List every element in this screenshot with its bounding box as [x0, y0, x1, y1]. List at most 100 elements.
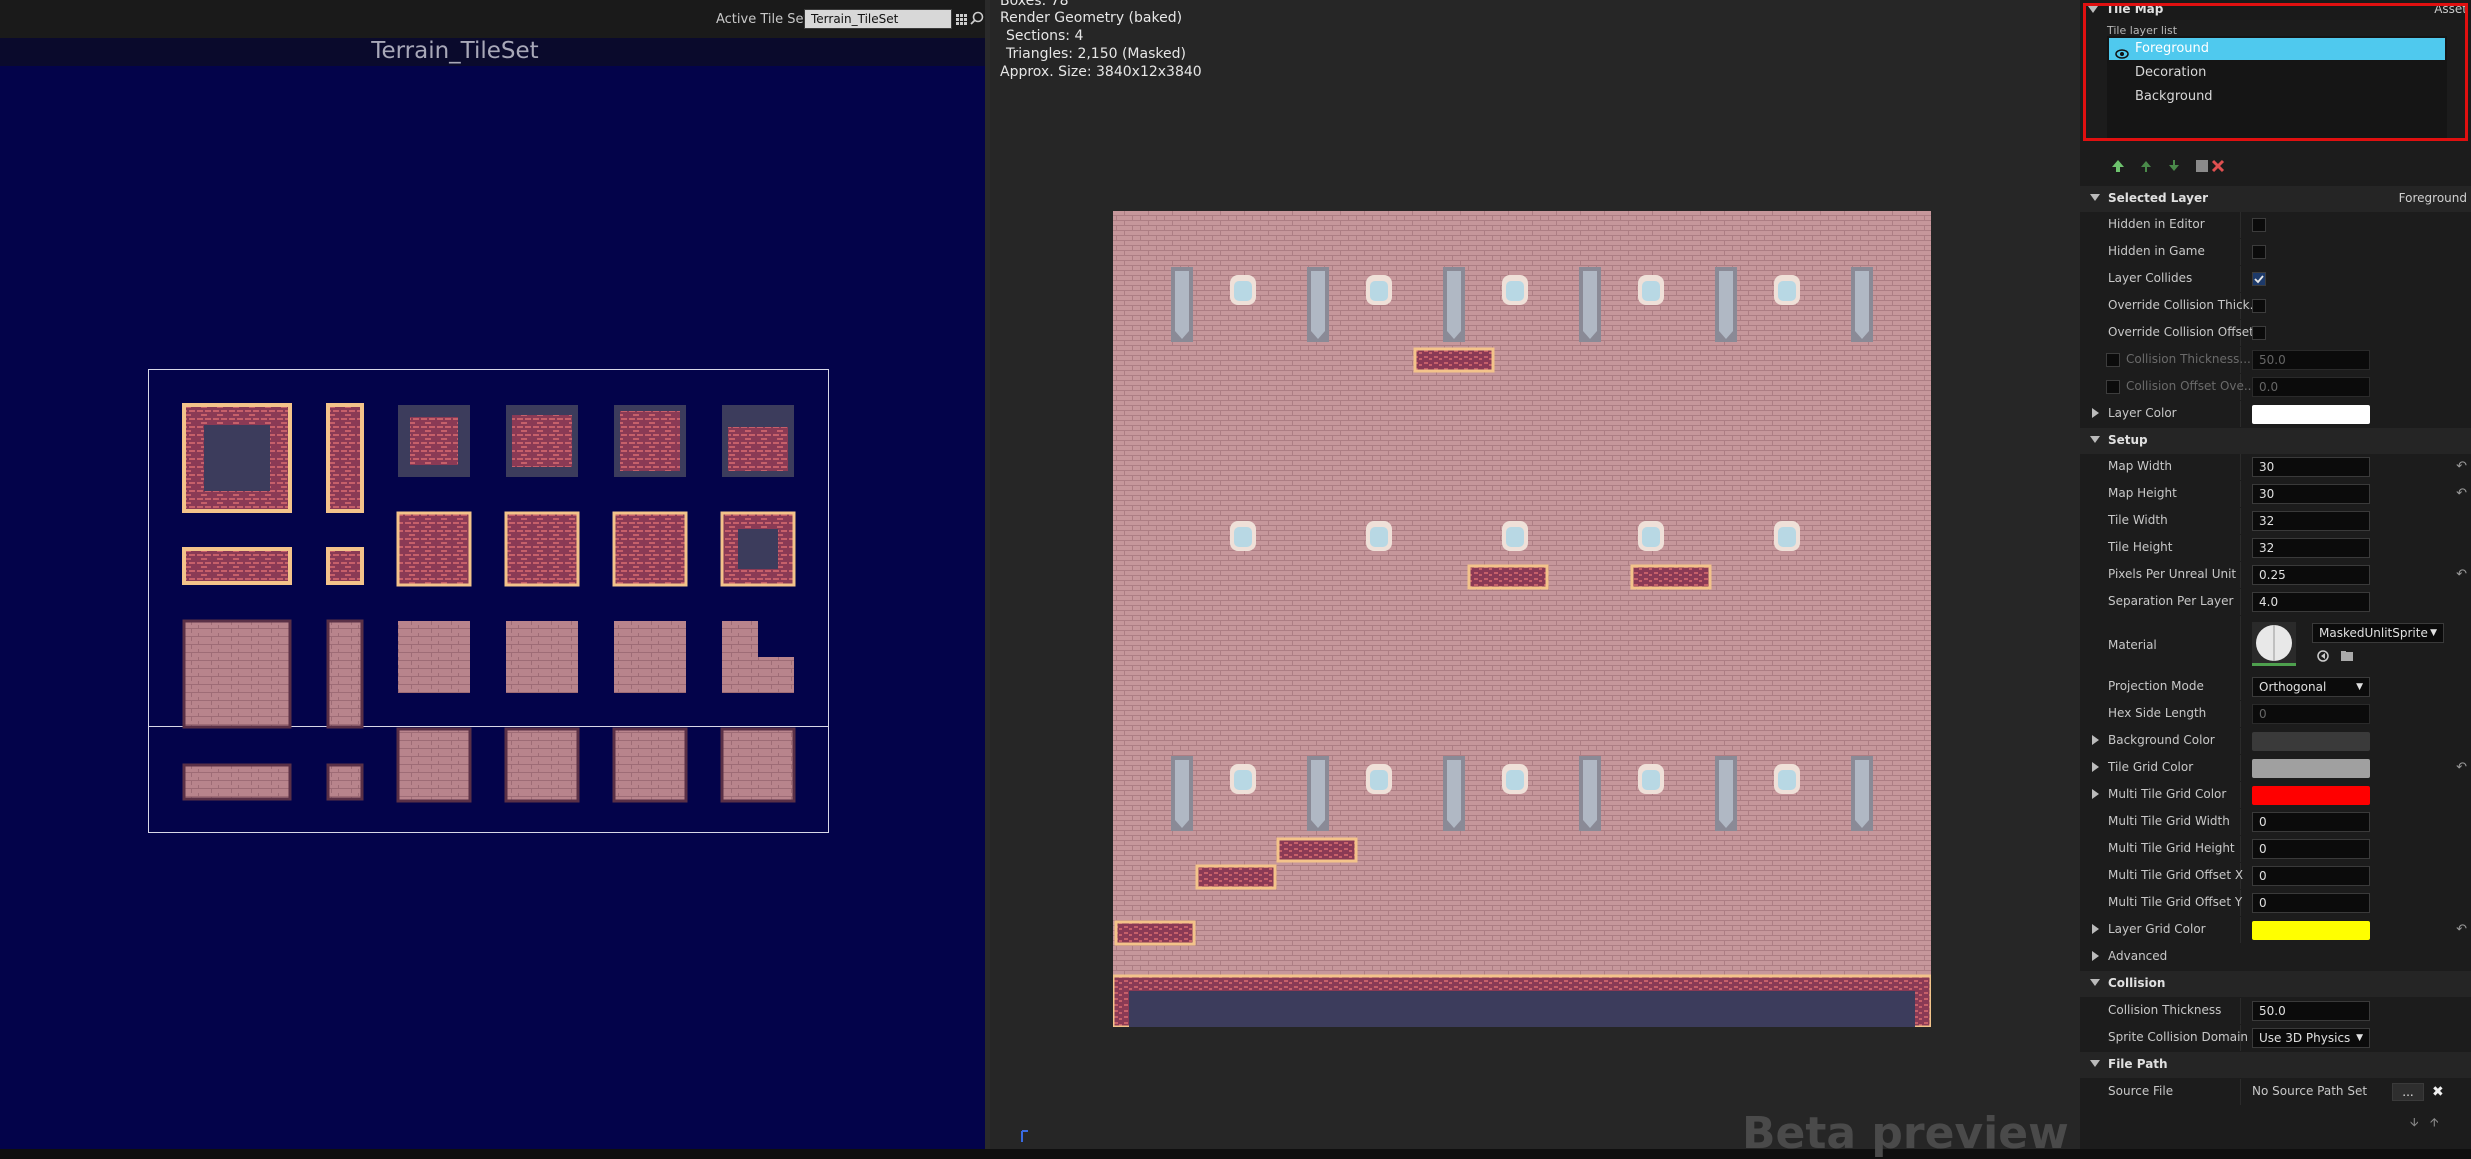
scroll-down-icon[interactable]: 🡫 [2410, 1113, 2419, 1134]
material-dropdown[interactable]: MaskedUnlitSpriteM ▼ [2312, 623, 2444, 643]
multi-tile-grid-height-field[interactable]: 0 [2252, 839, 2370, 859]
hidden-in-editor-checkbox[interactable] [2252, 218, 2266, 232]
clear-icon[interactable]: ✖ [2432, 1084, 2444, 1100]
reset-icon[interactable]: ↶ [2456, 567, 2467, 582]
map-width-label: Map Width [2108, 459, 2173, 473]
tileset-grid-icon[interactable] [956, 11, 968, 25]
duplicate-layer-icon[interactable] [2194, 158, 2210, 174]
layer-grid-color-label: Layer Grid Color [2108, 922, 2206, 936]
expand-triangle-icon [2092, 951, 2099, 961]
setup-label: Setup [2108, 433, 2148, 447]
tile-width-label: Tile Width [2108, 513, 2168, 527]
browse-folder-icon[interactable] [2340, 648, 2354, 662]
override-collision-thickness-row: Override Collision Thick... [2080, 293, 2471, 319]
file-path-header[interactable]: File Path [2080, 1052, 2471, 1078]
layer-collides-label: Layer Collides [2108, 271, 2193, 285]
layer-collides-checkbox[interactable] [2252, 272, 2266, 286]
hex-side-length-field[interactable]: 0 [2252, 704, 2370, 724]
multi-tile-grid-width-field[interactable]: 0 [2252, 812, 2370, 832]
browse-button[interactable]: ... [2392, 1083, 2424, 1101]
chevron-down-icon: ▼ [2430, 628, 2437, 638]
multi-tile-grid-offset-x-label: Multi Tile Grid Offset X [2108, 868, 2244, 882]
layer-color-swatch[interactable] [2252, 405, 2370, 424]
map-height-field[interactable]: 30 [2252, 484, 2370, 504]
map-width-row: Map Width 30 ↶ [2080, 454, 2471, 480]
layer-color-row[interactable]: Layer Color [2080, 401, 2471, 427]
multi-tile-grid-offset-x-field[interactable]: 0 [2252, 866, 2370, 886]
collision-thickness-field[interactable]: 50.0 [2252, 350, 2370, 370]
move-layer-up-icon[interactable] [2138, 158, 2154, 174]
pixels-per-unit-row: Pixels Per Unreal Unit 0.25 ↶ [2080, 562, 2471, 588]
tile-height-row: Tile Height 32 [2080, 535, 2471, 561]
multi-tile-grid-offset-y-label: Multi Tile Grid Offset Y [2108, 895, 2243, 909]
expand-triangle-icon [2092, 762, 2099, 772]
tilemap-canvas[interactable] [1111, 211, 1933, 1029]
delete-layer-icon[interactable] [2210, 158, 2226, 174]
stat-approx-size: Approx. Size: 3840x12x3840 [1000, 64, 1202, 80]
collapse-triangle-icon [2090, 436, 2100, 443]
separation-per-layer-field[interactable]: 4.0 [2252, 592, 2370, 612]
stat-sections: Sections: 4 [1006, 28, 1084, 44]
hidden-in-game-checkbox[interactable] [2252, 245, 2266, 259]
multi-tile-grid-color-swatch[interactable] [2252, 786, 2370, 805]
hex-side-length-row: Hex Side Length 0 [2080, 701, 2471, 727]
tile-width-field[interactable]: 32 [2252, 511, 2370, 531]
reset-icon[interactable]: ↶ [2456, 486, 2467, 501]
expand-triangle-icon [2092, 408, 2099, 418]
tile-width-row: Tile Width 32 [2080, 508, 2471, 534]
selected-layer-header[interactable]: Selected Layer Foreground [2080, 186, 2471, 212]
multi-tile-grid-offset-y-field[interactable]: 0 [2252, 893, 2370, 913]
layer-grid-color-row[interactable]: Layer Grid Color ↶ [2080, 917, 2471, 943]
reset-icon[interactable]: ↶ [2456, 922, 2467, 937]
add-layer-icon[interactable] [2110, 158, 2126, 174]
collision-label: Collision [2108, 976, 2166, 990]
layer-grid-color-swatch[interactable] [2252, 921, 2370, 940]
map-width-field[interactable]: 30 [2252, 457, 2370, 477]
tileset-grid[interactable] [148, 369, 829, 833]
tile-height-field[interactable]: 32 [2252, 538, 2370, 558]
active-tileset-field[interactable]: Terrain_TileSet [804, 9, 952, 29]
collision-header[interactable]: Collision [2080, 971, 2471, 997]
layer-color-label: Layer Color [2108, 406, 2177, 420]
projection-mode-value: Orthogonal [2259, 680, 2327, 694]
pixels-per-unit-field[interactable]: 0.25 [2252, 565, 2370, 585]
collision-thickness2-field[interactable]: 50.0 [2252, 1001, 2370, 1021]
search-icon[interactable] [970, 10, 984, 25]
advanced-row[interactable]: Advanced [2080, 944, 2471, 970]
override-collision-offset-checkbox[interactable] [2252, 326, 2266, 340]
tile-grid-color-swatch[interactable] [2252, 759, 2370, 778]
hidden-in-editor-label: Hidden in Editor [2108, 217, 2205, 231]
tile-grid-color-row[interactable]: Tile Grid Color ↶ [2080, 755, 2471, 781]
background-color-row[interactable]: Background Color [2080, 728, 2471, 754]
multi-tile-grid-color-row[interactable]: Multi Tile Grid Color [2080, 782, 2471, 808]
reset-icon[interactable]: ↶ [2456, 459, 2467, 474]
axis-gizmo-icon [1020, 1128, 1032, 1142]
expand-triangle-icon [2092, 789, 2099, 799]
collision-thickness-enable-checkbox[interactable] [2106, 353, 2120, 367]
sprite-collision-domain-value: Use 3D Physics [2259, 1031, 2351, 1045]
stat-triangles: Triangles: 2,150 (Masked) [1006, 46, 1186, 62]
collision-offset-field[interactable]: 0.0 [2252, 377, 2370, 397]
override-collision-thickness-checkbox[interactable] [2252, 299, 2266, 313]
scroll-up-icon[interactable]: 🡩 [2430, 1113, 2439, 1134]
pixels-per-unit-label: Pixels Per Unreal Unit [2108, 567, 2237, 581]
move-layer-down-icon[interactable] [2166, 158, 2182, 174]
override-collision-offset-row: Override Collision Offset [2080, 320, 2471, 346]
sprite-collision-domain-label: Sprite Collision Domain [2108, 1030, 2249, 1044]
separation-per-layer-row: Separation Per Layer 4.0 [2080, 589, 2471, 615]
override-collision-offset-label: Override Collision Offset [2108, 325, 2254, 339]
hidden-in-game-row: Hidden in Game [2080, 239, 2471, 265]
use-selected-asset-icon[interactable] [2316, 648, 2330, 662]
sprite-collision-domain-dropdown[interactable]: Use 3D Physics ▼ [2252, 1028, 2370, 1048]
tileset-title: Terrain_TileSet [371, 38, 539, 64]
setup-header[interactable]: Setup [2080, 428, 2471, 454]
multi-tile-grid-width-label: Multi Tile Grid Width [2108, 814, 2230, 828]
source-file-row: Source File No Source Path Set ... ✖ [2080, 1079, 2471, 1105]
checkmark-icon [2254, 275, 2264, 284]
collision-offset-enable-checkbox[interactable] [2106, 380, 2120, 394]
multi-tile-grid-height-row: Multi Tile Grid Height 0 [2080, 836, 2471, 862]
projection-mode-dropdown[interactable]: Orthogonal ▼ [2252, 677, 2370, 697]
material-thumbnail[interactable] [2252, 622, 2296, 666]
background-color-swatch[interactable] [2252, 732, 2370, 751]
reset-icon[interactable]: ↶ [2456, 760, 2467, 775]
